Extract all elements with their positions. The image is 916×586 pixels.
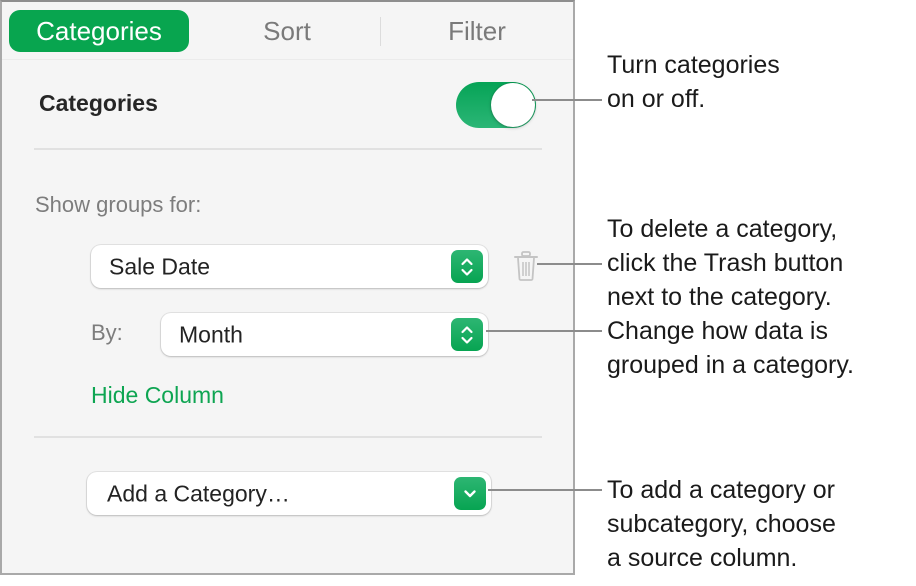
category-column-value: Sale Date — [109, 253, 211, 279]
callout-leader-line — [488, 489, 602, 491]
tab-bar-divider — [2, 59, 573, 60]
group-by-popup[interactable]: Month — [161, 313, 488, 356]
callout-leader-line — [532, 99, 602, 101]
up-down-chevron-icon — [451, 250, 483, 283]
group-by-value: Month — [179, 321, 243, 347]
hide-column-link[interactable]: Hide Column — [91, 382, 224, 409]
categories-toggle[interactable] — [456, 82, 536, 128]
chevron-down-icon — [454, 477, 486, 510]
tab-categories[interactable]: Categories — [9, 10, 189, 52]
up-down-chevron-icon — [451, 318, 483, 351]
tab-filter[interactable]: Filter — [382, 10, 572, 52]
callout-group-by-text: Change how data is grouped in a category… — [607, 317, 854, 379]
callout-add-category-text: To add a category or subcategory, choose… — [607, 476, 836, 572]
add-category-label: Add a Category… — [107, 480, 290, 506]
add-category-popup[interactable]: Add a Category… — [87, 472, 491, 515]
categories-heading: Categories — [39, 90, 158, 116]
callout-leader-line — [486, 330, 602, 332]
category-column-popup[interactable]: Sale Date — [91, 245, 488, 288]
tab-sort[interactable]: Sort — [197, 10, 377, 52]
tab-bar: Categories Sort Filter — [2, 2, 573, 60]
callout-toggle-text: Turn categories on or off. — [607, 51, 780, 113]
section-divider — [34, 148, 542, 150]
trash-button[interactable] — [513, 250, 539, 282]
show-groups-label: Show groups for: — [35, 192, 202, 217]
trash-icon — [514, 251, 538, 281]
toggle-knob — [491, 83, 535, 127]
by-label: By: — [91, 320, 123, 345]
tab-divider — [380, 17, 381, 46]
section-divider — [34, 436, 542, 438]
callout-leader-line — [537, 263, 602, 265]
callout-trash-text: To delete a category, click the Trash bu… — [607, 215, 844, 311]
